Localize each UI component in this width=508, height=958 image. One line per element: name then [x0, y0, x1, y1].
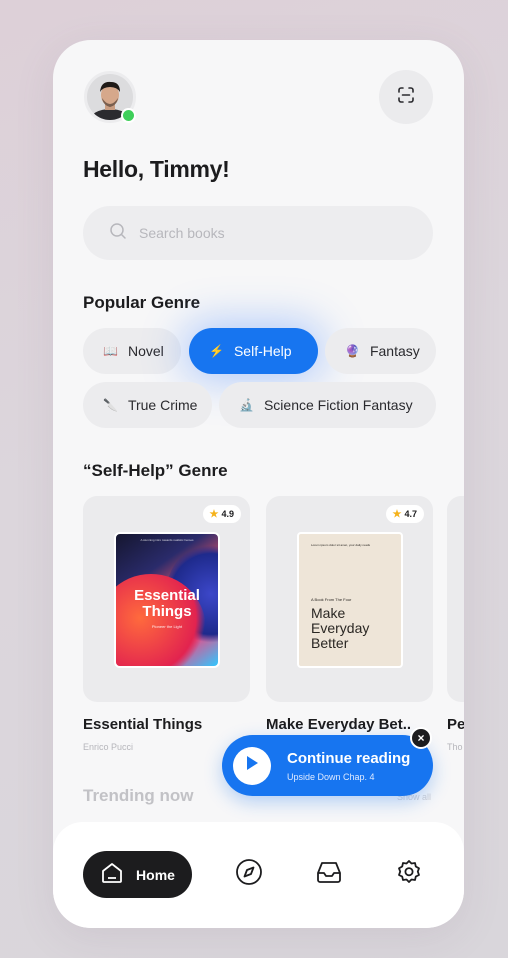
search-icon — [109, 222, 127, 245]
book-cover-card[interactable]: ★ 4.7 Lorem ipsum dolor sit amet, your d… — [266, 496, 433, 702]
greeting-title: Hello, Timmy! — [83, 156, 230, 182]
search-bar[interactable]: Search books — [83, 206, 433, 260]
rating-value: 4.9 — [221, 509, 234, 519]
cover-label: A Book From The Four — [311, 597, 352, 602]
book-card[interactable]: ★ 4.7 Lorem ipsum dolor sit amet, your d… — [266, 496, 433, 742]
microscope-icon: 🔬 — [239, 398, 254, 412]
chip-label: True Crime — [127, 397, 198, 413]
chip-label: Novel — [127, 343, 164, 359]
genre-chip-novel[interactable]: 📖 Novel — [83, 328, 181, 374]
play-button[interactable] — [233, 746, 271, 785]
home-icon — [100, 861, 124, 888]
genre-chip-science-fiction-fantasy[interactable]: 🔬 Science Fiction Fantasy — [219, 382, 436, 428]
chip-label: Self-Help — [233, 343, 292, 359]
continue-reading-subtitle: Upside Down Chap. 4 — [287, 771, 375, 782]
genre-section-title: “Self-Help” Genre — [83, 461, 228, 480]
nav-explore-button[interactable] — [234, 858, 264, 891]
close-icon[interactable]: × — [410, 727, 432, 749]
bottom-nav: Home — [53, 822, 464, 928]
book-author: Tho — [447, 742, 463, 752]
book-card[interactable]: ★ 4.9 A stunning intro towards realistic… — [83, 496, 250, 752]
search-input[interactable]: Search books — [139, 225, 225, 241]
knife-icon: 🔪 — [103, 398, 118, 412]
chip-label: Fantasy — [369, 343, 420, 359]
nav-home-label: Home — [136, 866, 175, 883]
book-cover-card[interactable] — [447, 496, 464, 702]
book-cover-card[interactable]: ★ 4.9 A stunning intro towards realistic… — [83, 496, 250, 702]
cover-subtitle: Pioneer the Light — [151, 624, 183, 629]
inbox-icon — [316, 860, 342, 889]
rating-value: 4.7 — [404, 509, 417, 519]
app-screen: Hello, Timmy! Search books Popular Genre… — [53, 40, 464, 928]
gear-icon — [396, 859, 422, 890]
nav-inbox-button[interactable] — [314, 859, 344, 889]
crystal-ball-icon: 🔮 — [345, 344, 360, 358]
trending-title: Trending now — [83, 786, 194, 805]
book-cover-image: Lorem ipsum dolor sit amet, your daily r… — [297, 532, 403, 668]
popular-genre-title: Popular Genre — [83, 293, 201, 312]
cover-tagline: Lorem ipsum dolor sit amet, your daily r… — [311, 543, 371, 547]
cover-title: Essential Things — [134, 587, 200, 620]
continue-reading-title: Continue reading — [287, 749, 411, 767]
rating-badge: ★ 4.9 — [202, 505, 241, 523]
scan-icon — [397, 86, 415, 109]
genre-chip-self-help[interactable]: ⚡ Self-Help — [189, 328, 318, 374]
rating-badge: ★ 4.7 — [385, 505, 424, 523]
online-status-dot — [121, 108, 136, 123]
book-icon: 📖 — [103, 344, 118, 358]
nav-settings-button[interactable] — [394, 859, 424, 889]
book-carousel[interactable]: ★ 4.9 A stunning intro towards realistic… — [83, 496, 464, 756]
cover-tagline: A stunning intro towards realistic heroe… — [140, 538, 194, 542]
chip-label: Science Fiction Fantasy — [263, 397, 413, 413]
cover-title: Make Everyday Better — [311, 605, 370, 651]
nav-home-button[interactable]: Home — [83, 851, 192, 898]
star-icon: ★ — [392, 508, 402, 520]
genre-chip-fantasy[interactable]: 🔮 Fantasy — [325, 328, 436, 374]
lightning-icon: ⚡ — [209, 344, 224, 358]
genre-chip-true-crime[interactable]: 🔪 True Crime — [83, 382, 212, 428]
compass-icon — [235, 858, 263, 891]
book-title: Make Everyday Bet.. — [266, 716, 412, 733]
book-card-partial[interactable]: Pe Tho — [447, 496, 464, 752]
scan-button[interactable] — [379, 70, 433, 124]
continue-reading-card[interactable]: Continue reading Upside Down Chap. 4 — [222, 735, 433, 796]
play-icon — [245, 755, 259, 776]
book-title: Pe — [447, 716, 464, 733]
book-cover-image: A stunning intro towards realistic heroe… — [114, 532, 220, 668]
book-title: Essential Things — [83, 716, 203, 733]
star-icon: ★ — [209, 508, 219, 520]
